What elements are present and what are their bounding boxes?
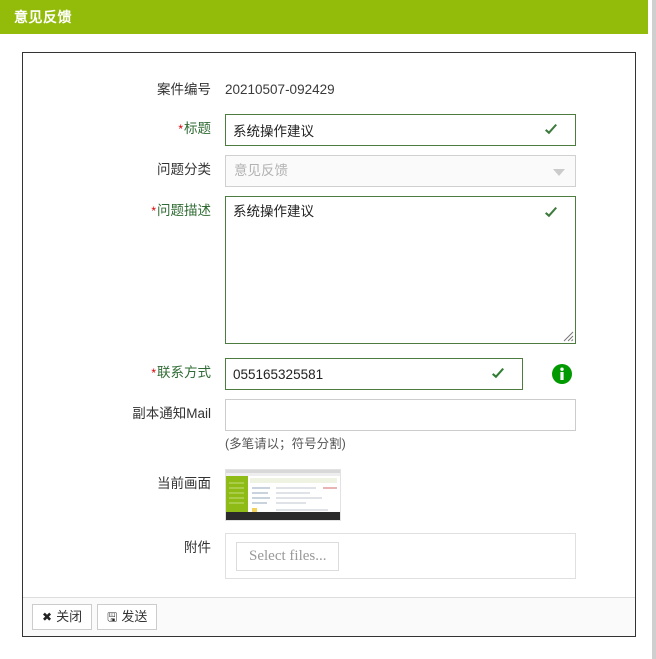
field-cc-mail [225, 399, 619, 431]
contact-input[interactable] [225, 358, 523, 390]
category-select[interactable]: 意见反馈 [225, 155, 576, 187]
required-marker-description: * [151, 204, 156, 218]
description-textarea[interactable]: 系统操作建议 [225, 196, 576, 344]
label-description-text: 问题描述 [157, 203, 211, 218]
field-cc-mail-hint: (多笔请以；符号分割) [225, 433, 619, 453]
send-button[interactable]: 🖫 发送 [97, 604, 158, 630]
close-x-icon: ✖ [42, 610, 53, 624]
label-title: *标题 [39, 114, 225, 144]
row-current-screen: 当前画面 [39, 469, 619, 521]
label-current-screen: 当前画面 [157, 476, 211, 491]
required-marker-contact: * [151, 366, 156, 380]
feedback-form-dialog: 案件编号 20210507-092429 *标题 问题分类 [22, 52, 636, 637]
field-contact [225, 358, 619, 390]
screenshot-thumbnail[interactable] [225, 469, 341, 521]
send-button-label: 发送 [121, 609, 148, 624]
label-cc-mail: 副本通知Mail [132, 406, 211, 421]
label-title-text: 标题 [184, 121, 211, 136]
label-category: 问题分类 [157, 162, 211, 177]
field-category: 意见反馈 [225, 155, 619, 187]
field-case-number: 20210507-092429 [225, 75, 619, 105]
label-contact: *联系方式 [39, 358, 225, 388]
save-disk-icon: 🖫 [107, 610, 118, 624]
label-spacer-hint [39, 433, 225, 463]
form-body: 案件编号 20210507-092429 *标题 问题分类 [23, 53, 635, 597]
row-title: *标题 [39, 114, 619, 146]
cc-mail-input[interactable] [225, 399, 576, 431]
row-cc-mail-hint: (多笔请以；符号分割) [39, 433, 619, 463]
description-textarea-wrap: 系统操作建议 [225, 196, 576, 344]
title-input[interactable] [225, 114, 576, 146]
label-description: *问题描述 [39, 196, 225, 226]
field-current-screen [225, 469, 619, 521]
label-contact-text: 联系方式 [157, 365, 211, 380]
row-attachment: 附件 Select files... [39, 533, 619, 579]
cc-mail-hint: (多笔请以；符号分割) [225, 437, 346, 451]
dialog-footer: ✖ 关闭 🖫 发送 [23, 597, 635, 636]
close-button-label: 关闭 [56, 609, 83, 624]
case-number-value: 20210507-092429 [225, 82, 335, 97]
row-category: 问题分类 意见反馈 [39, 155, 619, 187]
close-button[interactable]: ✖ 关闭 [32, 604, 93, 630]
window-titlebar: 意见反馈 [0, 0, 648, 34]
window-title: 意见反馈 [14, 9, 72, 25]
required-marker-title: * [178, 122, 183, 136]
field-attachment: Select files... [225, 533, 619, 579]
label-case-number: 案件编号 [157, 82, 211, 97]
row-description: *问题描述 系统操作建议 [39, 196, 619, 344]
field-description: 系统操作建议 [225, 196, 619, 344]
select-files-button[interactable]: Select files... [236, 541, 340, 571]
info-circle-icon[interactable] [551, 363, 573, 385]
chevron-down-icon [553, 169, 565, 176]
row-contact: *联系方式 [39, 358, 619, 390]
feedback-dialog-page: 意见反馈 案件编号 20210507-092429 *标题 系统操作建议 问题分… [0, 0, 656, 659]
row-cc-mail: 副本通知Mail [39, 399, 619, 431]
attachment-dropzone[interactable]: Select files... [225, 533, 576, 579]
category-select-value: 意见反馈 [234, 163, 288, 178]
label-attachment: 附件 [184, 540, 211, 555]
row-case-number: 案件编号 20210507-092429 [39, 75, 619, 105]
field-title [225, 114, 619, 146]
